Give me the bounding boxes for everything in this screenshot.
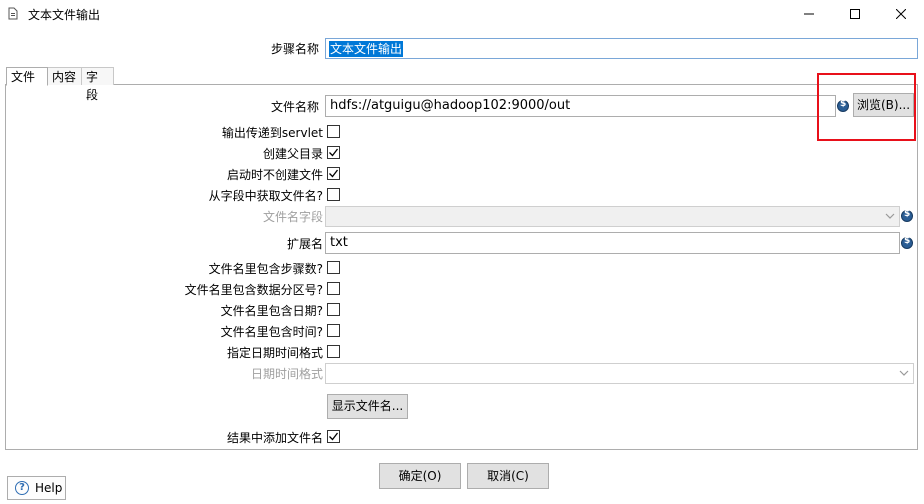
browse-button[interactable]: 浏览(B)...	[853, 93, 914, 117]
no-create-checkbox[interactable]	[327, 167, 340, 180]
create-parent-label: 创建父目录	[262, 147, 323, 161]
partition-checkbox[interactable]	[327, 282, 340, 295]
servlet-label: 输出传递到servlet	[221, 126, 323, 140]
check-icon	[329, 148, 339, 157]
extension-input[interactable]: txt	[325, 232, 900, 254]
tab-fields[interactable]: 字段	[82, 67, 114, 102]
title-bar: 文本文件输出	[0, 0, 924, 28]
servlet-checkbox[interactable]	[327, 125, 340, 138]
filename-label: 文件名称	[270, 100, 319, 114]
variable-icon[interactable]	[901, 209, 913, 222]
date-format-label: 日期时间格式	[250, 367, 323, 381]
show-filenames-button[interactable]: 显示文件名...	[327, 394, 408, 419]
document-icon	[8, 7, 18, 20]
tab-panel	[5, 84, 918, 450]
partition-label: 文件名里包含数据分区号?	[184, 283, 323, 297]
add-result-checkbox[interactable]	[327, 430, 340, 443]
date-checkbox[interactable]	[327, 303, 340, 316]
step-name-label: 步骤名称	[270, 42, 319, 56]
check-icon	[329, 432, 339, 441]
no-create-label: 启动时不创建文件	[226, 168, 323, 182]
date-format-select[interactable]	[325, 363, 914, 384]
ok-button[interactable]: 确定(O)	[379, 463, 461, 489]
create-parent-checkbox[interactable]	[327, 146, 340, 159]
minimize-icon	[804, 13, 814, 15]
window-title: 文本文件输出	[28, 8, 101, 22]
add-result-label: 结果中添加文件名	[226, 431, 323, 445]
step-nr-checkbox[interactable]	[327, 261, 340, 274]
date-format-flag-label: 指定日期时间格式	[226, 346, 323, 360]
filename-input[interactable]: hdfs://atguigu@hadoop102:9000/out	[325, 95, 836, 117]
from-field-checkbox[interactable]	[327, 188, 340, 201]
step-nr-label: 文件名里包含步骤数?	[208, 262, 323, 276]
filename-field-select[interactable]	[325, 206, 900, 227]
tab-content[interactable]: 内容	[48, 67, 82, 85]
variable-icon[interactable]	[837, 99, 849, 112]
help-button[interactable]: ? Help	[7, 476, 66, 500]
extension-label: 扩展名	[286, 237, 323, 251]
from-field-label: 从字段中获取文件名?	[208, 189, 323, 203]
close-icon	[896, 9, 906, 19]
date-label: 文件名里包含日期?	[220, 304, 323, 318]
help-icon: ?	[15, 481, 29, 495]
maximize-icon	[850, 9, 860, 19]
maximize-button[interactable]	[832, 0, 878, 28]
time-label: 文件名里包含时间?	[220, 325, 323, 339]
close-button[interactable]	[878, 0, 924, 28]
minimize-button[interactable]	[786, 0, 832, 28]
date-format-flag-checkbox[interactable]	[327, 345, 340, 358]
cancel-button[interactable]: 取消(C)	[467, 463, 549, 489]
filename-field-label: 文件名字段	[262, 210, 323, 224]
step-name-input[interactable]: 文本文件输出	[325, 38, 918, 59]
variable-icon[interactable]	[901, 236, 913, 249]
time-checkbox[interactable]	[327, 324, 340, 337]
chevron-down-icon	[885, 213, 895, 219]
check-icon	[329, 169, 339, 178]
step-name-value: 文本文件输出	[329, 41, 404, 57]
tab-file[interactable]: 文件	[6, 67, 48, 86]
chevron-down-icon	[899, 370, 909, 376]
